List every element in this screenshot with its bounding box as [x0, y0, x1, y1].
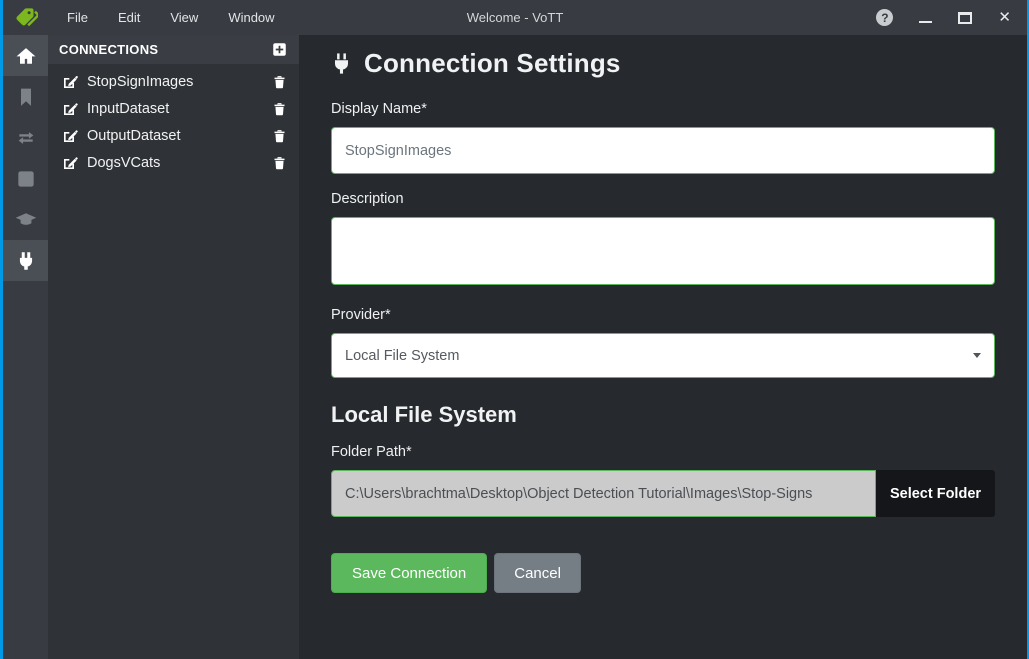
app-window: File Edit View Window Welcome - VoTT ? ✕	[0, 0, 1029, 659]
home-icon	[16, 46, 36, 66]
cancel-button[interactable]: Cancel	[494, 553, 581, 593]
provider-label: Provider*	[331, 307, 995, 323]
main-content: Connection Settings Display Name* Descri…	[299, 35, 1027, 659]
window-controls: ? ✕	[876, 9, 1027, 26]
connection-item[interactable]: StopSignImages	[48, 68, 299, 95]
sidebar-item-export[interactable]	[3, 158, 48, 199]
graduation-cap-icon	[16, 210, 36, 230]
folder-path-input[interactable]	[331, 470, 876, 517]
sidebar-item-connections[interactable]	[3, 240, 48, 281]
connection-name[interactable]: OutputDataset	[87, 128, 272, 144]
menu-window[interactable]: Window	[213, 0, 289, 35]
form-actions: Save Connection Cancel	[331, 553, 995, 593]
trash-icon[interactable]	[272, 155, 287, 171]
connection-item[interactable]: DogsVCats	[48, 149, 299, 176]
connections-panel-header: CONNECTIONS	[48, 35, 299, 64]
trash-icon[interactable]	[272, 74, 287, 90]
window-title: Welcome - VoTT	[467, 10, 564, 25]
plus-square-icon	[272, 42, 287, 57]
description-input[interactable]	[331, 217, 995, 285]
display-name-input[interactable]	[331, 127, 995, 174]
description-label: Description	[331, 191, 995, 207]
select-folder-button[interactable]: Select Folder	[876, 470, 995, 517]
menu-view[interactable]: View	[155, 0, 213, 35]
display-name-label: Display Name*	[331, 101, 995, 117]
connection-item[interactable]: OutputDataset	[48, 122, 299, 149]
page-title-text: Connection Settings	[364, 48, 621, 79]
edit-icon[interactable]	[62, 101, 78, 117]
page-title: Connection Settings	[330, 48, 1027, 79]
trash-icon[interactable]	[272, 101, 287, 117]
connection-name[interactable]: StopSignImages	[87, 74, 272, 90]
connection-name[interactable]: InputDataset	[87, 101, 272, 117]
titlebar: File Edit View Window Welcome - VoTT ? ✕	[3, 0, 1027, 35]
folder-path-label: Folder Path*	[331, 444, 995, 460]
sidebar-item-home[interactable]	[3, 35, 48, 76]
plug-icon	[330, 52, 353, 75]
chevron-down-icon	[973, 353, 981, 358]
close-icon[interactable]: ✕	[998, 10, 1011, 25]
connection-name[interactable]: DogsVCats	[87, 155, 272, 171]
nav-sidebar	[3, 35, 48, 659]
trash-icon[interactable]	[272, 128, 287, 144]
external-link-icon	[16, 169, 36, 189]
sidebar-item-active-learning[interactable]	[3, 199, 48, 240]
menu-bar: File Edit View Window	[52, 0, 290, 35]
menu-edit[interactable]: Edit	[103, 0, 155, 35]
provider-selected-value: Local File System	[345, 348, 459, 364]
minimize-icon[interactable]	[919, 21, 932, 23]
sidebar-item-tag-editor[interactable]	[3, 76, 48, 117]
sidebar-item-project-settings[interactable]	[3, 117, 48, 158]
exchange-arrows-icon	[16, 128, 36, 148]
plug-icon	[16, 251, 36, 271]
maximize-icon[interactable]	[958, 12, 972, 24]
save-connection-button[interactable]: Save Connection	[331, 553, 487, 593]
edit-icon[interactable]	[62, 128, 78, 144]
provider-select[interactable]: Local File System	[331, 333, 995, 378]
connection-list: StopSignImages InputDataset	[48, 64, 299, 176]
bookmark-icon	[16, 87, 36, 107]
folder-path-row: Select Folder	[331, 470, 995, 517]
help-icon[interactable]: ?	[876, 9, 893, 26]
add-connection-button[interactable]	[272, 42, 287, 57]
menu-file[interactable]: File	[52, 0, 103, 35]
connections-panel: CONNECTIONS StopSignImages	[48, 35, 299, 659]
edit-icon[interactable]	[62, 155, 78, 171]
connections-header-title: CONNECTIONS	[59, 42, 158, 57]
vott-logo-icon	[14, 6, 38, 30]
connection-item[interactable]: InputDataset	[48, 95, 299, 122]
edit-icon[interactable]	[62, 74, 78, 90]
provider-section-title: Local File System	[331, 402, 995, 428]
